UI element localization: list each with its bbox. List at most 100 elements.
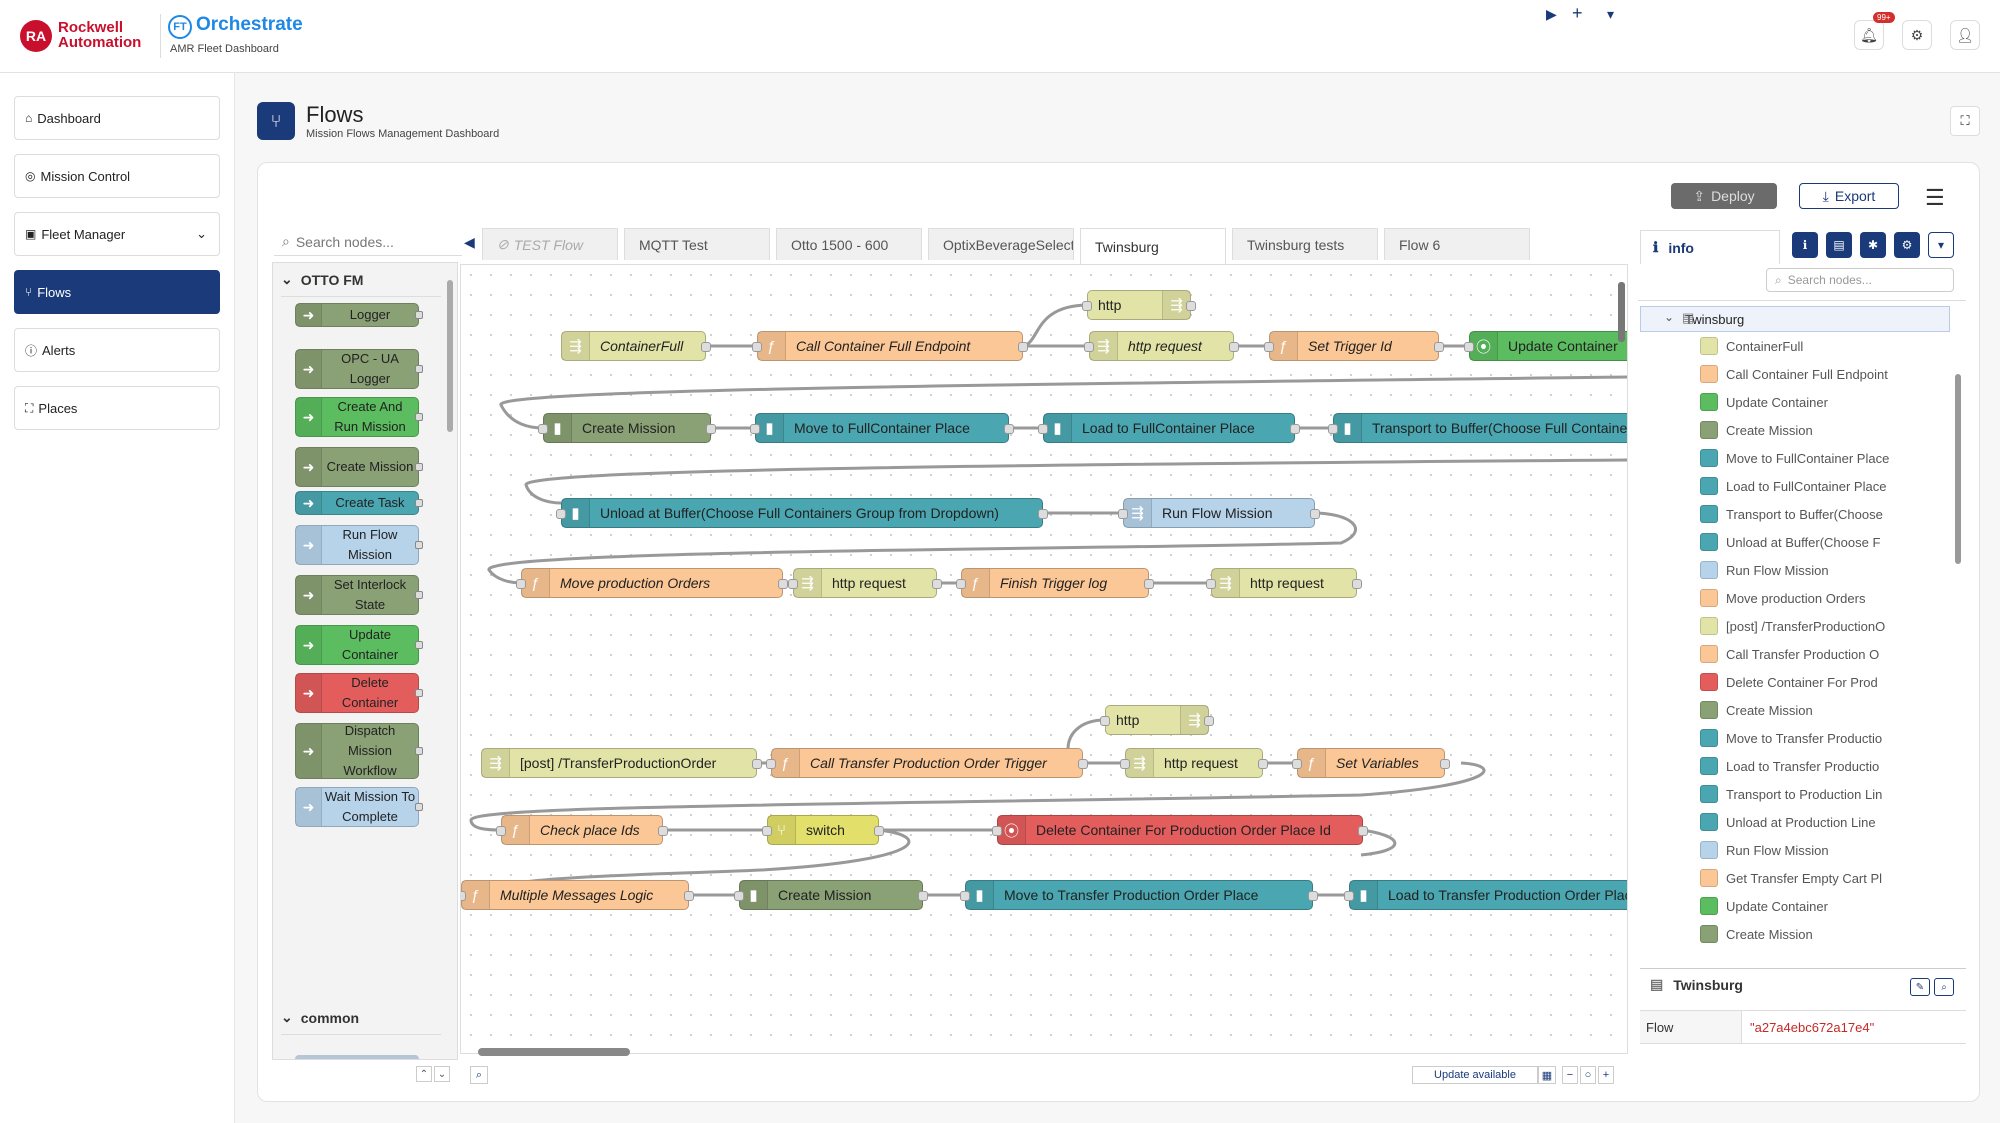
- palette-node[interactable]: ➜ Dispatch Mission Workflow: [295, 723, 423, 779]
- workspace-vertical-scrollbar[interactable]: [1618, 282, 1625, 342]
- input-port[interactable]: [992, 826, 1002, 836]
- input-port[interactable]: [752, 342, 762, 352]
- input-port[interactable]: [1344, 891, 1354, 901]
- flow-node[interactable]: ƒ Call Container Full Endpoint: [752, 331, 1028, 361]
- palette-node[interactable]: ➜ Delete Container: [295, 673, 423, 713]
- flow-node[interactable]: ⇶ http request: [1084, 331, 1239, 361]
- info-tree-scrollbar[interactable]: [1955, 374, 1961, 564]
- input-port[interactable]: [734, 891, 744, 901]
- input-port[interactable]: [1264, 342, 1274, 352]
- input-port[interactable]: [556, 509, 566, 519]
- flow-node[interactable]: http ⇶: [1100, 705, 1214, 735]
- palette-node-partial[interactable]: [295, 1055, 419, 1059]
- collapse-all-button[interactable]: ⌃: [416, 1066, 432, 1082]
- zoom-out-icon[interactable]: −: [1562, 1066, 1578, 1084]
- flow-node[interactable]: ƒ Finish Trigger log: [956, 568, 1154, 598]
- palette-node[interactable]: ➜ Run Flow Mission: [295, 525, 423, 565]
- output-port[interactable]: [1258, 759, 1268, 769]
- input-port[interactable]: [1118, 509, 1128, 519]
- zoom-reset-icon[interactable]: ○: [1580, 1066, 1596, 1084]
- tab-scroll-right-icon[interactable]: ▶: [1546, 6, 1557, 23]
- output-port[interactable]: [1018, 342, 1028, 352]
- output-port[interactable]: [1144, 579, 1154, 589]
- input-port[interactable]: [1120, 759, 1130, 769]
- input-port[interactable]: [788, 579, 798, 589]
- more-panels-button[interactable]: ▾: [1928, 232, 1954, 258]
- info-tree-item[interactable]: Run Flow Mission: [1700, 836, 1900, 864]
- palette-node[interactable]: ➜ Set Interlock State: [295, 575, 423, 615]
- input-port[interactable]: [1100, 716, 1110, 726]
- add-tab-icon[interactable]: +: [1572, 3, 1583, 24]
- flow-node[interactable]: ⇶ Run Flow Mission: [1118, 498, 1320, 528]
- tab-test-flow[interactable]: ⊘ TEST Flow: [482, 228, 618, 260]
- info-tree-item[interactable]: Call Container Full Endpoint: [1700, 360, 1900, 388]
- input-port[interactable]: [1082, 301, 1092, 311]
- output-port[interactable]: [1308, 891, 1318, 901]
- info-search[interactable]: ⌕ Search nodes...: [1766, 268, 1954, 292]
- output-port[interactable]: [778, 579, 788, 589]
- input-port[interactable]: [1206, 579, 1216, 589]
- export-button[interactable]: ⤓ Export: [1799, 183, 1899, 209]
- deploy-button[interactable]: ⇪ Deploy: [1671, 183, 1777, 209]
- config-panel-button[interactable]: ⚙: [1894, 232, 1920, 258]
- output-port[interactable]: [415, 541, 423, 549]
- flow-workspace[interactable]: http ⇶ ⇶ ContainerFull ƒ Call Container Full …: [460, 264, 1628, 1054]
- nav-mission-control[interactable]: ◎ Mission Control: [14, 154, 220, 198]
- tab-twinsburg-tests[interactable]: Twinsburg tests: [1232, 228, 1378, 260]
- fullscreen-button[interactable]: ⛶: [1950, 106, 1980, 136]
- output-port[interactable]: [706, 424, 716, 434]
- output-port[interactable]: [658, 826, 668, 836]
- palette-node[interactable]: ➜ Wait Mission To Complete: [295, 787, 423, 827]
- output-port[interactable]: [1440, 759, 1450, 769]
- input-port[interactable]: [956, 579, 966, 589]
- output-port[interactable]: [1290, 424, 1300, 434]
- tab-list-icon[interactable]: ▾: [1607, 6, 1614, 23]
- flow-node[interactable]: ▮ Create Mission: [538, 413, 716, 443]
- info-tree-item[interactable]: Update Container: [1700, 388, 1900, 416]
- palette-category-common[interactable]: ⌄ common: [281, 1001, 441, 1035]
- tab-optix-beverage[interactable]: OptixBeverageSelection: [928, 228, 1074, 260]
- output-port[interactable]: [415, 689, 423, 697]
- input-port[interactable]: [516, 579, 526, 589]
- output-port[interactable]: [684, 891, 694, 901]
- output-port[interactable]: [1078, 759, 1088, 769]
- flow-node[interactable]: ▮ Load to FullContainer Place: [1038, 413, 1300, 443]
- output-port[interactable]: [918, 891, 928, 901]
- flow-node[interactable]: ƒ Call Transfer Production Order Trigger: [766, 748, 1088, 778]
- nav-places[interactable]: ⛶ Places: [14, 386, 220, 430]
- info-tree-item[interactable]: Move to FullContainer Place: [1700, 444, 1900, 472]
- nav-dashboard[interactable]: ⌂ Dashboard: [14, 96, 220, 140]
- output-port[interactable]: [1358, 826, 1368, 836]
- flow-node[interactable]: ▮ Transport to Buffer(Choose Full Contain…: [1328, 413, 1627, 443]
- palette-search[interactable]: ⌕ Search nodes...: [274, 228, 462, 256]
- input-port[interactable]: [538, 424, 548, 434]
- output-port[interactable]: [1434, 342, 1444, 352]
- flow-node[interactable]: ⦿ Update Container: [1464, 331, 1627, 361]
- zoom-in-icon[interactable]: +: [1598, 1066, 1614, 1084]
- flow-node[interactable]: ƒ Set Variables: [1292, 748, 1450, 778]
- tab-otto-1500[interactable]: Otto 1500 - 600: [776, 228, 922, 260]
- output-port[interactable]: [932, 579, 942, 589]
- output-port[interactable]: [1004, 424, 1014, 434]
- workspace-horizontal-scrollbar[interactable]: [478, 1048, 630, 1056]
- output-port[interactable]: [415, 311, 423, 319]
- flow-node[interactable]: ⑂ switch: [762, 815, 884, 845]
- input-port[interactable]: [1464, 342, 1474, 352]
- flow-node[interactable]: http ⇶: [1082, 290, 1196, 320]
- nav-alerts[interactable]: ⓘ Alerts: [14, 328, 220, 372]
- input-port[interactable]: [960, 891, 970, 901]
- hamburger-menu-icon[interactable]: ☰: [1925, 185, 1945, 211]
- output-port[interactable]: [752, 759, 762, 769]
- info-tree-item[interactable]: Unload at Buffer(Choose F: [1700, 528, 1900, 556]
- flow-node[interactable]: ⇶ http request: [1120, 748, 1268, 778]
- flow-node[interactable]: ▮ Move to FullContainer Place: [750, 413, 1014, 443]
- input-port[interactable]: [762, 826, 772, 836]
- output-port[interactable]: [701, 342, 711, 352]
- info-tree-item[interactable]: Move to Transfer Productio: [1700, 724, 1900, 752]
- info-tree-item[interactable]: Move production Orders: [1700, 584, 1900, 612]
- output-port[interactable]: [415, 463, 423, 471]
- palette-node[interactable]: ➜ OPC - UA Logger: [295, 349, 423, 389]
- input-port[interactable]: [461, 891, 466, 901]
- flow-node[interactable]: ƒ Move production Orders: [516, 568, 788, 598]
- info-tree-item[interactable]: Unload at Production Line: [1700, 808, 1900, 836]
